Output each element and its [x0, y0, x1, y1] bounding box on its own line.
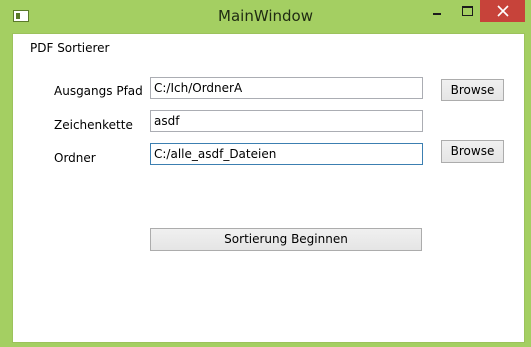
window-title: MainWindow [218, 7, 313, 25]
target-folder-field[interactable]: C:/alle_asdf_Dateien [150, 143, 423, 165]
minimize-icon [433, 13, 441, 15]
target-folder-label: Ordner [54, 151, 96, 165]
main-window: MainWindow PDF Sortierer Ausgangs Pfad C… [0, 0, 531, 347]
client-area: PDF Sortierer Ausgangs Pfad C:/Ich/Ordne… [12, 33, 525, 343]
source-path-field[interactable]: C:/Ich/OrdnerA [150, 77, 423, 99]
source-path-label: Ausgangs Pfad [54, 84, 143, 98]
browse-source-button[interactable]: Browse [441, 79, 504, 101]
browse-target-button[interactable]: Browse [441, 140, 504, 163]
start-sort-button[interactable]: Sortierung Beginnen [150, 228, 422, 251]
maximize-icon [461, 6, 473, 16]
search-string-label: Zeichenkette [54, 118, 133, 132]
minimize-button[interactable] [424, 0, 450, 22]
close-icon [496, 5, 509, 17]
close-button[interactable] [480, 0, 525, 22]
title-bar[interactable]: MainWindow [0, 0, 531, 33]
page-title: PDF Sortierer [30, 41, 110, 55]
search-string-field[interactable]: asdf [150, 110, 423, 132]
maximize-button[interactable] [454, 0, 480, 22]
